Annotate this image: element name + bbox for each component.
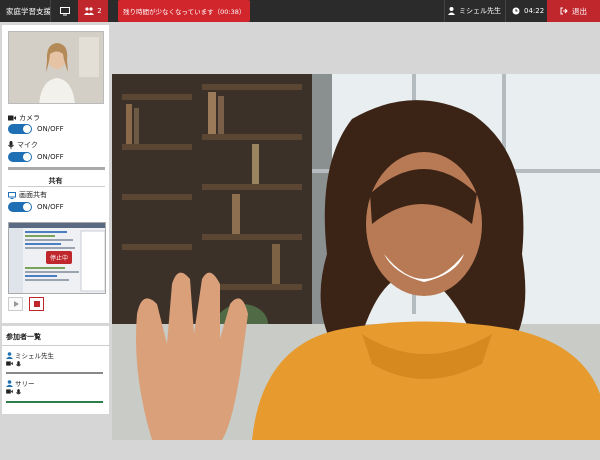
time-alert-badge: 残り時間が少なくなっています（00:38） xyxy=(118,0,251,22)
remote-participant-video xyxy=(112,74,600,440)
user-icon xyxy=(448,7,455,15)
screen-share-label: 画面共有 xyxy=(19,191,47,199)
current-user[interactable]: ミシェル先生 xyxy=(448,0,501,22)
mic-row: マイク xyxy=(8,140,38,150)
user-icon xyxy=(6,351,13,359)
user-name: ミシェル先生 xyxy=(459,7,501,15)
screen-share-toggle[interactable] xyxy=(8,202,32,212)
participant-audio-level xyxy=(6,372,103,374)
play-button[interactable] xyxy=(8,297,23,311)
session-timer: 04:22 xyxy=(512,0,544,22)
stopped-badge: 停止中 xyxy=(46,251,73,264)
exit-label: 退出 xyxy=(572,6,587,16)
app-title: 家庭学習支援 xyxy=(6,6,51,16)
divider xyxy=(2,345,109,346)
participant-count: 2 xyxy=(97,7,102,15)
camera-icon xyxy=(6,389,13,394)
participants-title: 参加者一覧 xyxy=(6,333,41,341)
participant-name: サリー xyxy=(15,380,35,388)
mic-label: マイク xyxy=(17,141,38,149)
clock-icon xyxy=(512,7,520,15)
exit-button[interactable]: 退出 xyxy=(547,0,600,22)
people-icon xyxy=(84,7,95,15)
divider xyxy=(50,0,51,22)
microphone-icon xyxy=(16,389,21,395)
camera-row: カメラ xyxy=(8,113,40,123)
camera-icon xyxy=(8,115,16,121)
preview-person-image xyxy=(9,32,103,103)
mic-toggle-label: ON/OFF xyxy=(37,153,64,161)
screen-share-preview: 停止中 xyxy=(8,222,106,294)
play-icon xyxy=(13,301,19,307)
mic-volume-slider[interactable] xyxy=(8,167,105,170)
timer-value: 04:22 xyxy=(524,7,545,15)
camera-icon xyxy=(6,361,13,366)
monitor-icon xyxy=(60,6,70,15)
participants-panel: 参加者一覧 ミシェル先生 サリー xyxy=(2,326,109,414)
participant-item[interactable]: ミシェル先生 xyxy=(6,350,54,368)
participant-audio-level xyxy=(6,401,103,403)
media-controls-panel: カメラ ON/OFF マイク ON/OFF 共有 画面共有 ON/OFF 停止中 xyxy=(2,25,109,323)
participants-button[interactable]: 2 xyxy=(78,0,108,22)
divider xyxy=(505,0,506,22)
share-section-title: 共有 xyxy=(48,177,63,185)
camera-toggle-label: ON/OFF xyxy=(37,125,64,133)
divider xyxy=(8,186,105,187)
participant-name: ミシェル先生 xyxy=(15,352,54,360)
camera-toggle[interactable] xyxy=(8,124,32,134)
exit-icon xyxy=(560,7,568,15)
microphone-icon xyxy=(8,141,14,149)
screen-share-toggle-label: ON/OFF xyxy=(37,203,64,211)
top-bar: 家庭学習支援 2 残り時間が少なくなっています（00:38） ミシェル先生 04… xyxy=(0,0,600,22)
camera-label: カメラ xyxy=(19,114,40,122)
sidebar: カメラ ON/OFF マイク ON/OFF 共有 画面共有 ON/OFF 停止中… xyxy=(0,22,111,460)
mic-toggle[interactable] xyxy=(8,152,32,162)
user-icon xyxy=(6,379,13,387)
monitor-icon xyxy=(8,191,16,199)
self-camera-preview xyxy=(8,31,104,104)
microphone-icon xyxy=(16,361,21,367)
stop-button[interactable] xyxy=(29,297,44,311)
screen-view-button[interactable] xyxy=(54,0,76,22)
divider xyxy=(444,0,445,22)
main-video-feed xyxy=(112,74,600,440)
stop-icon xyxy=(33,301,40,307)
participant-item[interactable]: サリー xyxy=(6,378,35,396)
screen-share-row: 画面共有 xyxy=(8,190,47,200)
